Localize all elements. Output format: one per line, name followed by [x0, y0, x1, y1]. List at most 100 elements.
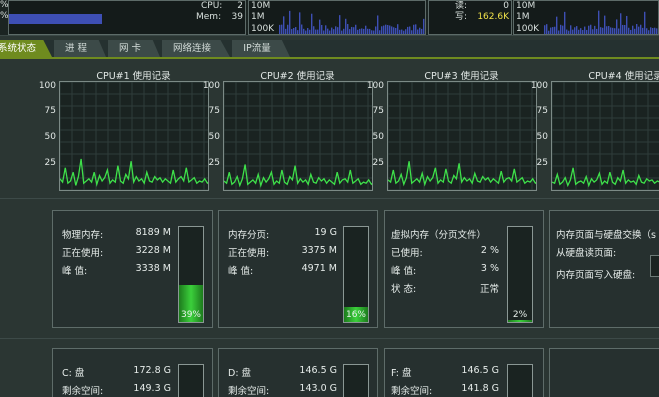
mini-graph-bar	[650, 27, 652, 34]
mini-graph-bar	[608, 25, 610, 34]
mini-graph-bar	[281, 24, 283, 34]
mini-graph-bar	[638, 26, 640, 34]
mini-graph-bar	[309, 29, 311, 34]
mini-graph-bar	[407, 26, 409, 34]
mini-graph-bar	[566, 29, 568, 34]
mini-graph-bar	[618, 28, 620, 34]
section-divider	[0, 338, 659, 339]
mini-graph-bar	[417, 29, 419, 34]
mini-graph-bar	[381, 26, 383, 34]
tab-network-connections[interactable]: 网络连接	[162, 40, 230, 57]
disk-io-meter: 读: 0 写: 162.6K	[428, 0, 512, 35]
mini-graph-bar	[377, 15, 379, 34]
disk-c-gauge	[178, 364, 204, 397]
mini-graph-bar	[343, 28, 345, 34]
mini-graph-bar	[403, 30, 405, 34]
net-scale-100k: 100K	[251, 24, 275, 34]
mini-graph-bar	[640, 24, 642, 34]
mini-graph-bar	[349, 29, 351, 34]
mini-graph-bar	[574, 27, 576, 34]
mini-graph-bar	[582, 29, 584, 34]
cpu3-axis-50: 50	[372, 132, 384, 142]
mini-graph-bar	[600, 27, 602, 34]
physical-peak-value: 3338 M	[135, 263, 171, 274]
cpu-usage-line	[224, 164, 372, 188]
mini-graph-bar	[285, 28, 287, 34]
page-swap-title: 内存页面与硬盘交换（s	[556, 230, 656, 241]
mini-graph-bar	[317, 29, 319, 34]
tab-network-card[interactable]: 网 卡	[108, 40, 160, 57]
mini-graph-bar	[369, 28, 371, 34]
virtual-status-value: 正常	[479, 284, 499, 295]
disk-c-free-label: 剩余空间:	[62, 386, 104, 397]
virtual-memory-percent: 2%	[512, 310, 528, 320]
mem-value: 39	[231, 12, 243, 22]
cpu2-axis-100: 100	[202, 81, 220, 91]
cpu3-history-chart	[388, 82, 536, 190]
virtual-memory-card: 虚拟内存（分页文件） 已使用: 2 % 峰 值: 3 % 状 态: 正常 2%	[384, 210, 544, 328]
cpu1-graph	[59, 81, 209, 191]
tab-ip-traffic[interactable]: IP流量	[232, 40, 290, 57]
mini-graph-bar	[548, 30, 550, 34]
mini-graph-bar	[301, 24, 303, 34]
mini-graph-bar	[333, 29, 335, 34]
cpu3-graph	[387, 81, 537, 191]
cpu1-title: CPU#1 使用记录	[96, 71, 171, 82]
net-scale-10m: 10M	[251, 1, 271, 11]
mini-graph-bar	[626, 15, 628, 34]
mini-graph-bar	[644, 11, 646, 34]
mini-graph-bar	[347, 24, 349, 34]
mini-graph-bar	[353, 27, 355, 34]
mini-graph-bar	[550, 27, 552, 34]
mini-graph-bar	[630, 29, 632, 34]
mini-graph-bar	[562, 25, 564, 34]
cpu1-axis-50: 50	[44, 132, 56, 142]
mini-graph-bar	[329, 30, 331, 34]
mini-graph-bar	[654, 27, 656, 34]
mini-graph-bar	[313, 26, 315, 34]
mini-graph-bar	[564, 11, 566, 34]
disk-d-card: D: 盘 146.5 G 剩余空间: 143.0 G	[218, 348, 378, 397]
cpu2-axis-75: 75	[208, 106, 220, 116]
mini-graph-bar	[325, 25, 327, 34]
mini-graph-bar	[363, 28, 365, 34]
mini-graph-bar	[379, 30, 381, 34]
mini-graph-bar	[596, 28, 598, 34]
mini-graph-bar	[355, 24, 357, 34]
disk-d-total: 146.5 G	[299, 365, 337, 376]
mini-graph-bar	[293, 27, 295, 34]
mini-graph-bar	[544, 25, 546, 34]
mini-graph-bar	[656, 28, 658, 34]
mini-graph-bar	[594, 25, 596, 34]
tab-system-status[interactable]: 系统状态	[0, 40, 52, 57]
cpu1-axis-25: 25	[44, 158, 56, 168]
mini-graph-bar	[423, 18, 425, 34]
paged-peak-label: 峰 值:	[228, 266, 254, 277]
page-swap-indicator	[650, 255, 659, 277]
tab-processes[interactable]: 进 程	[54, 40, 106, 57]
mini-graph-bar	[552, 27, 554, 34]
tab-label: 系统状态	[0, 43, 36, 54]
physical-in-use-value: 3228 M	[135, 245, 171, 256]
mini-graph-bar	[622, 24, 624, 34]
cpu4-axis-25: 25	[536, 158, 548, 168]
disk-scale-10m: 10M	[516, 1, 536, 11]
mini-graph-bar	[572, 29, 574, 34]
mini-graph-bar	[419, 27, 421, 34]
mini-graph-bar	[598, 10, 600, 34]
disk-f-total: 146.5 G	[461, 365, 499, 376]
mini-graph-bar	[287, 24, 289, 34]
mem-label: Mem:	[196, 12, 222, 22]
page-swap-card: 内存页面与硬盘交换（s 从硬盘读页面: 内存页面写入硬盘:	[549, 210, 659, 328]
cpu4-history-chart	[552, 82, 659, 190]
virtual-status-label: 状 态:	[391, 284, 417, 295]
mini-graph-bar	[389, 25, 391, 34]
mini-graph-bar	[323, 30, 325, 34]
mini-graph-bar	[602, 27, 604, 34]
mini-graph-bar	[339, 15, 341, 34]
physical-memory-percent: 39%	[180, 310, 201, 320]
cpu1-axis-100: 100	[38, 81, 56, 91]
paged-memory-label: 内存分页:	[228, 230, 270, 241]
cpu-label: CPU:	[201, 1, 223, 11]
disk-d-free: 143.0 G	[299, 383, 337, 394]
